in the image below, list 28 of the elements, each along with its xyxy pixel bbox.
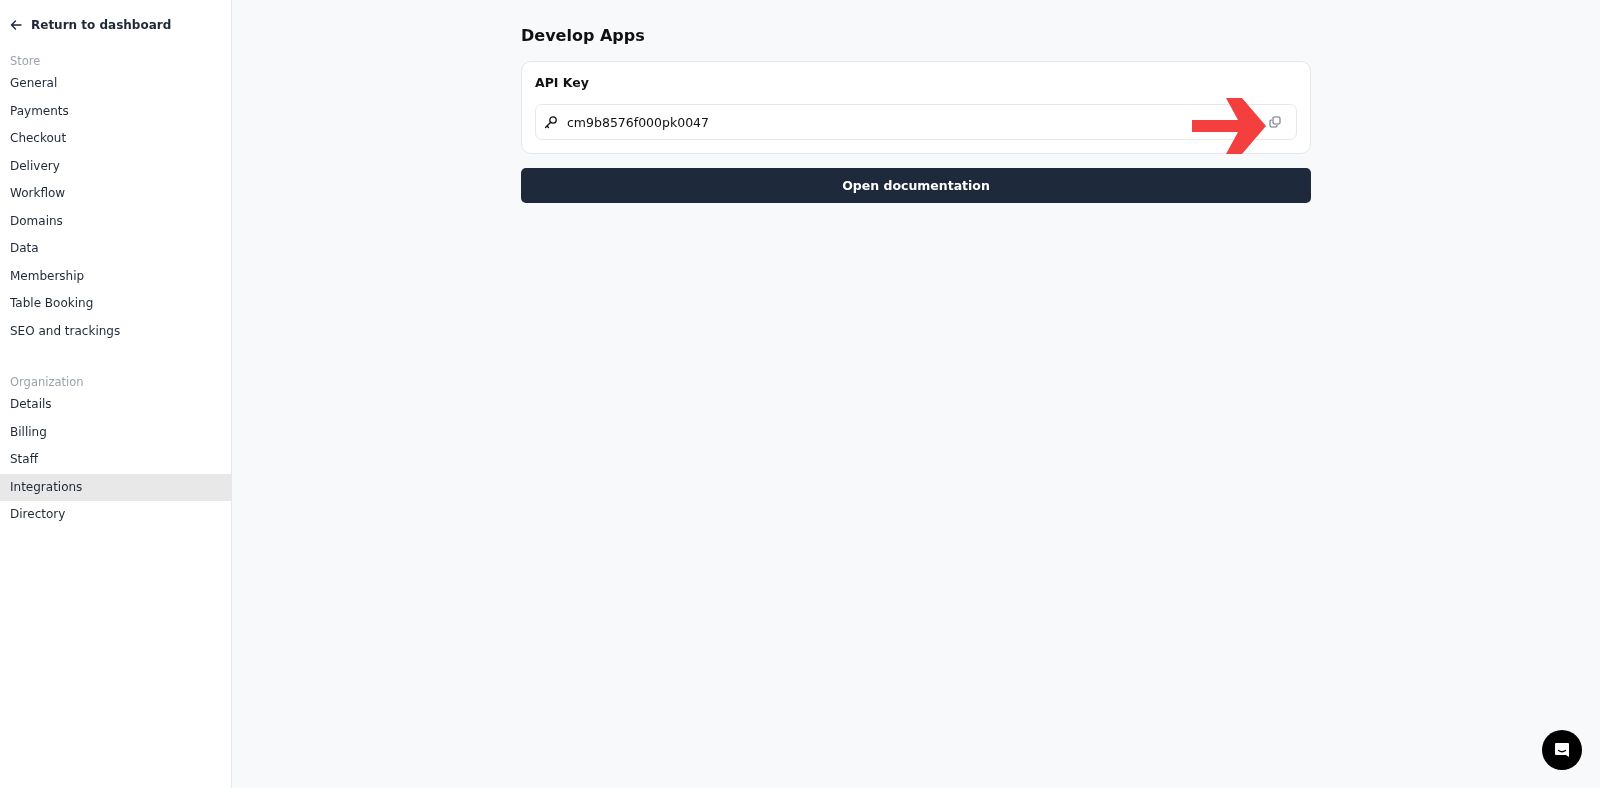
copy-button[interactable] [1266,113,1284,131]
card-title: API Key [535,75,590,90]
sidebar-item[interactable]: Table Booking [0,290,231,318]
sidebar-item[interactable]: Domains [0,207,231,235]
sidebar-item[interactable]: Billing [0,418,231,446]
sidebar-item[interactable]: Integrations [0,473,231,501]
sidebar-item[interactable]: Details [0,391,231,419]
sidebar-item[interactable]: Delivery [0,152,231,180]
section-heading: Store [9,53,42,70]
page-title: Develop Apps [521,26,646,45]
return-link[interactable]: Return to dashboard [0,16,231,34]
sidebar-item[interactable]: Membership [0,262,231,290]
open-documentation-button[interactable]: Open documentation [521,168,1311,203]
sidebar-item[interactable]: Workflow [0,180,231,208]
chat-button[interactable] [1542,730,1582,770]
sidebar-item[interactable]: Directory [0,501,231,529]
sidebar-item[interactable]: SEO and trackings [0,317,231,345]
section-heading: Organization [9,374,85,391]
sidebar-item[interactable]: Data [0,235,231,263]
key-icon [544,115,558,129]
sidebar-item[interactable]: General [0,70,231,98]
api-key-field[interactable]: cm9b8576f000pk0047 [535,104,1297,140]
arrow-left-icon [10,19,22,31]
sidebar-item[interactable]: Staff [0,446,231,474]
chat-icon [1553,741,1571,759]
sidebar-item[interactable]: Checkout [0,125,231,153]
copy-icon [1269,116,1281,128]
sidebar-item[interactable]: Payments [0,97,231,125]
